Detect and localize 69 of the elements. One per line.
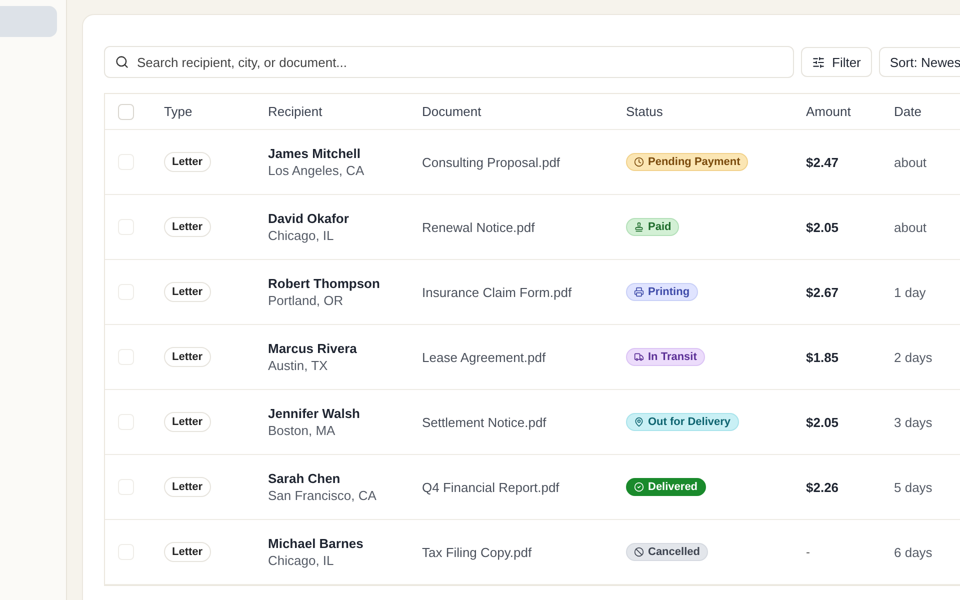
amount: $1.85 <box>806 350 840 364</box>
recipient-city: Austin, TX <box>268 358 329 373</box>
recipient-header: Recipient <box>268 104 324 119</box>
date-text: 2 days <box>894 350 934 364</box>
recipient-name: James Mitchell <box>268 146 362 161</box>
status-badge: In Transit <box>626 348 705 366</box>
status-badge: Printing <box>626 283 698 301</box>
amount: $2.47 <box>806 154 840 170</box>
recipient-name: Sarah Chen <box>268 471 342 486</box>
recipient-name: Robert Thompson <box>268 276 381 291</box>
recipient-name: Michael Barnes <box>268 536 364 551</box>
search-field[interactable]: Search recipient, city, or document... <box>104 46 794 78</box>
document-name: Q4 Financial Report.pdf <box>422 480 560 494</box>
status-badge: Out for Delivery <box>626 413 739 431</box>
clock-icon <box>634 157 644 167</box>
date-text: 3 days <box>894 414 934 430</box>
amount: $2.26 <box>806 480 840 494</box>
date-text: 6 days <box>894 544 934 560</box>
recipient-city: San Francisco, CA <box>268 488 378 503</box>
sort-button[interactable]: Sort: Newes <box>878 47 960 77</box>
stamp-icon <box>634 222 644 232</box>
amount: $2.67 <box>806 284 840 300</box>
recipient-city: Boston, MA <box>268 423 336 438</box>
type-tag: Letter <box>164 282 211 302</box>
amount: $2.05 <box>806 220 840 234</box>
search-icon <box>115 55 129 69</box>
recipient-name: David Okafor <box>268 211 350 226</box>
date-text: about <box>894 154 928 170</box>
status-badge: Paid <box>626 218 680 236</box>
date-text: 1 day <box>894 284 927 300</box>
amount: - <box>806 545 811 559</box>
amount: $2.05 <box>806 414 840 430</box>
status-badge: Delivered <box>626 478 706 496</box>
document-name: Renewal Notice.pdf <box>422 220 536 234</box>
recipient-city: Chicago, IL <box>268 553 335 568</box>
status-header: Status <box>626 104 664 119</box>
type-tag: Letter <box>164 477 211 497</box>
type-tag: Letter <box>164 217 211 237</box>
document-header: Document <box>422 104 482 119</box>
type-tag: Letter <box>164 152 211 172</box>
map-pin-icon <box>634 417 644 427</box>
printer-icon <box>634 287 644 297</box>
sidebar-item[interactable] <box>0 6 57 37</box>
type-tag: Letter <box>164 412 211 432</box>
check-circle-icon <box>634 482 644 492</box>
recipient-city: Los Angeles, CA <box>268 163 366 178</box>
status-badge: Pending Payment <box>626 153 748 171</box>
recipient-name: Marcus Rivera <box>268 341 358 356</box>
document-name: Lease Agreement.pdf <box>422 350 547 364</box>
date-text: about <box>894 220 928 234</box>
recipient-city: Portland, OR <box>268 293 344 308</box>
truck-icon <box>634 352 644 362</box>
document-name: Tax Filing Copy.pdf <box>422 544 533 560</box>
document-name: Insurance Claim Form.pdf <box>422 284 573 300</box>
recipient-city: Chicago, IL <box>268 228 335 243</box>
date-text: 5 days <box>894 480 934 494</box>
amount-header: Amount <box>806 104 852 119</box>
status-badge: Cancelled <box>626 543 708 561</box>
sliders-icon <box>812 56 825 68</box>
recipient-name: Jennifer Walsh <box>268 406 361 421</box>
document-name: Settlement Notice.pdf <box>422 414 548 430</box>
type-header: Type <box>164 104 194 119</box>
document-name: Consulting Proposal.pdf <box>422 154 562 170</box>
date-header: Date <box>894 104 922 119</box>
type-tag: Letter <box>164 542 211 562</box>
select-all-checkbox[interactable] <box>118 104 134 120</box>
filter-button[interactable]: Filter <box>801 47 872 77</box>
ban-icon <box>634 547 644 557</box>
type-tag: Letter <box>164 347 211 367</box>
